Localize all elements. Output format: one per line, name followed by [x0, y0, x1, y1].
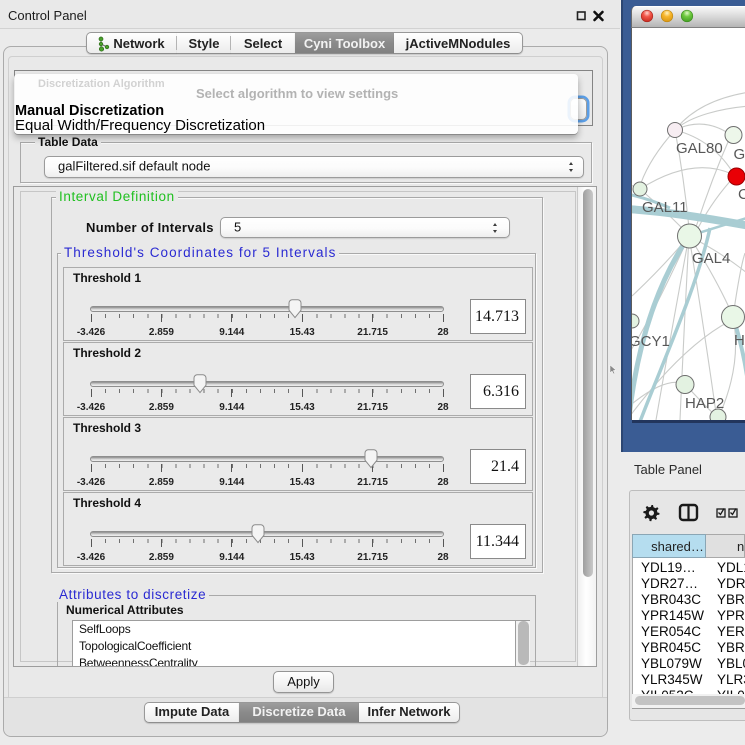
svg-text:GCY1: GCY1: [632, 333, 670, 350]
svg-text:GAL4: GAL4: [692, 250, 730, 267]
svg-text:GAL80: GAL80: [676, 140, 723, 157]
svg-text:G: G: [734, 146, 745, 163]
svg-text:C: C: [738, 186, 745, 203]
svg-text:H: H: [734, 332, 745, 349]
svg-text:HAP2: HAP2: [685, 395, 724, 412]
svg-text:GAL11: GAL11: [642, 199, 688, 216]
